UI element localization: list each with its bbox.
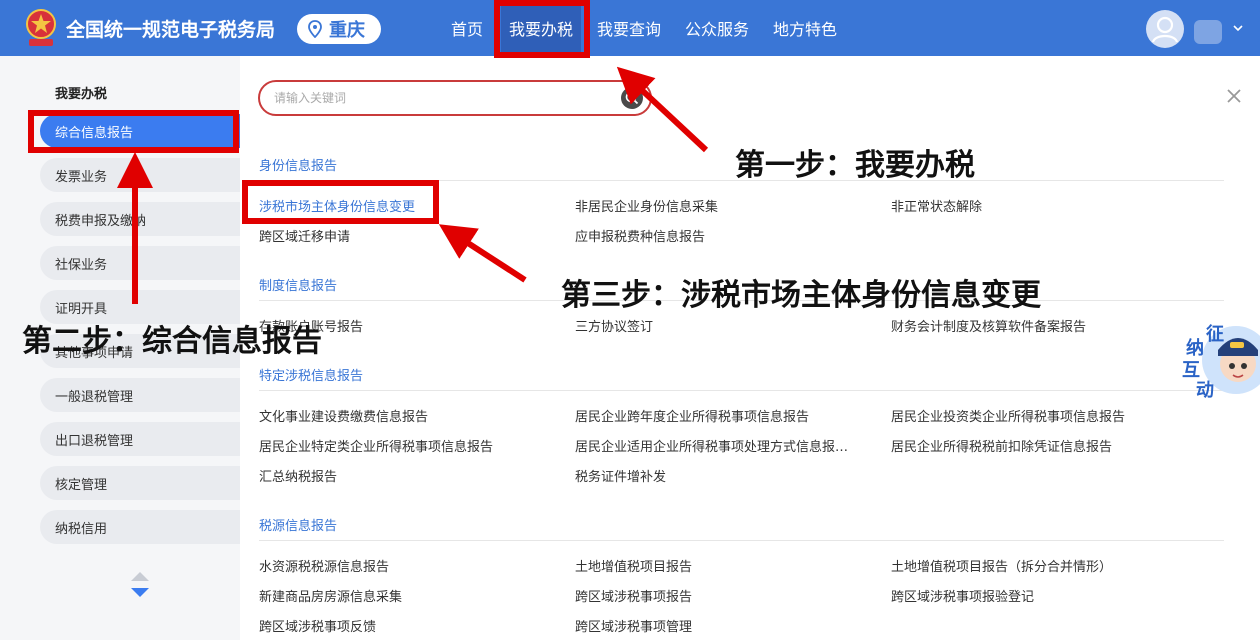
annotation-step3: 第三步：涉税市场主体身份信息变更 bbox=[561, 278, 1041, 313]
annotation-step1: 第一步：我要办税 bbox=[735, 148, 975, 183]
arrow-step3 bbox=[438, 224, 527, 283]
arrow-step1 bbox=[616, 66, 709, 153]
annotation-step2: 第二步：综合信息报告 bbox=[22, 324, 322, 359]
